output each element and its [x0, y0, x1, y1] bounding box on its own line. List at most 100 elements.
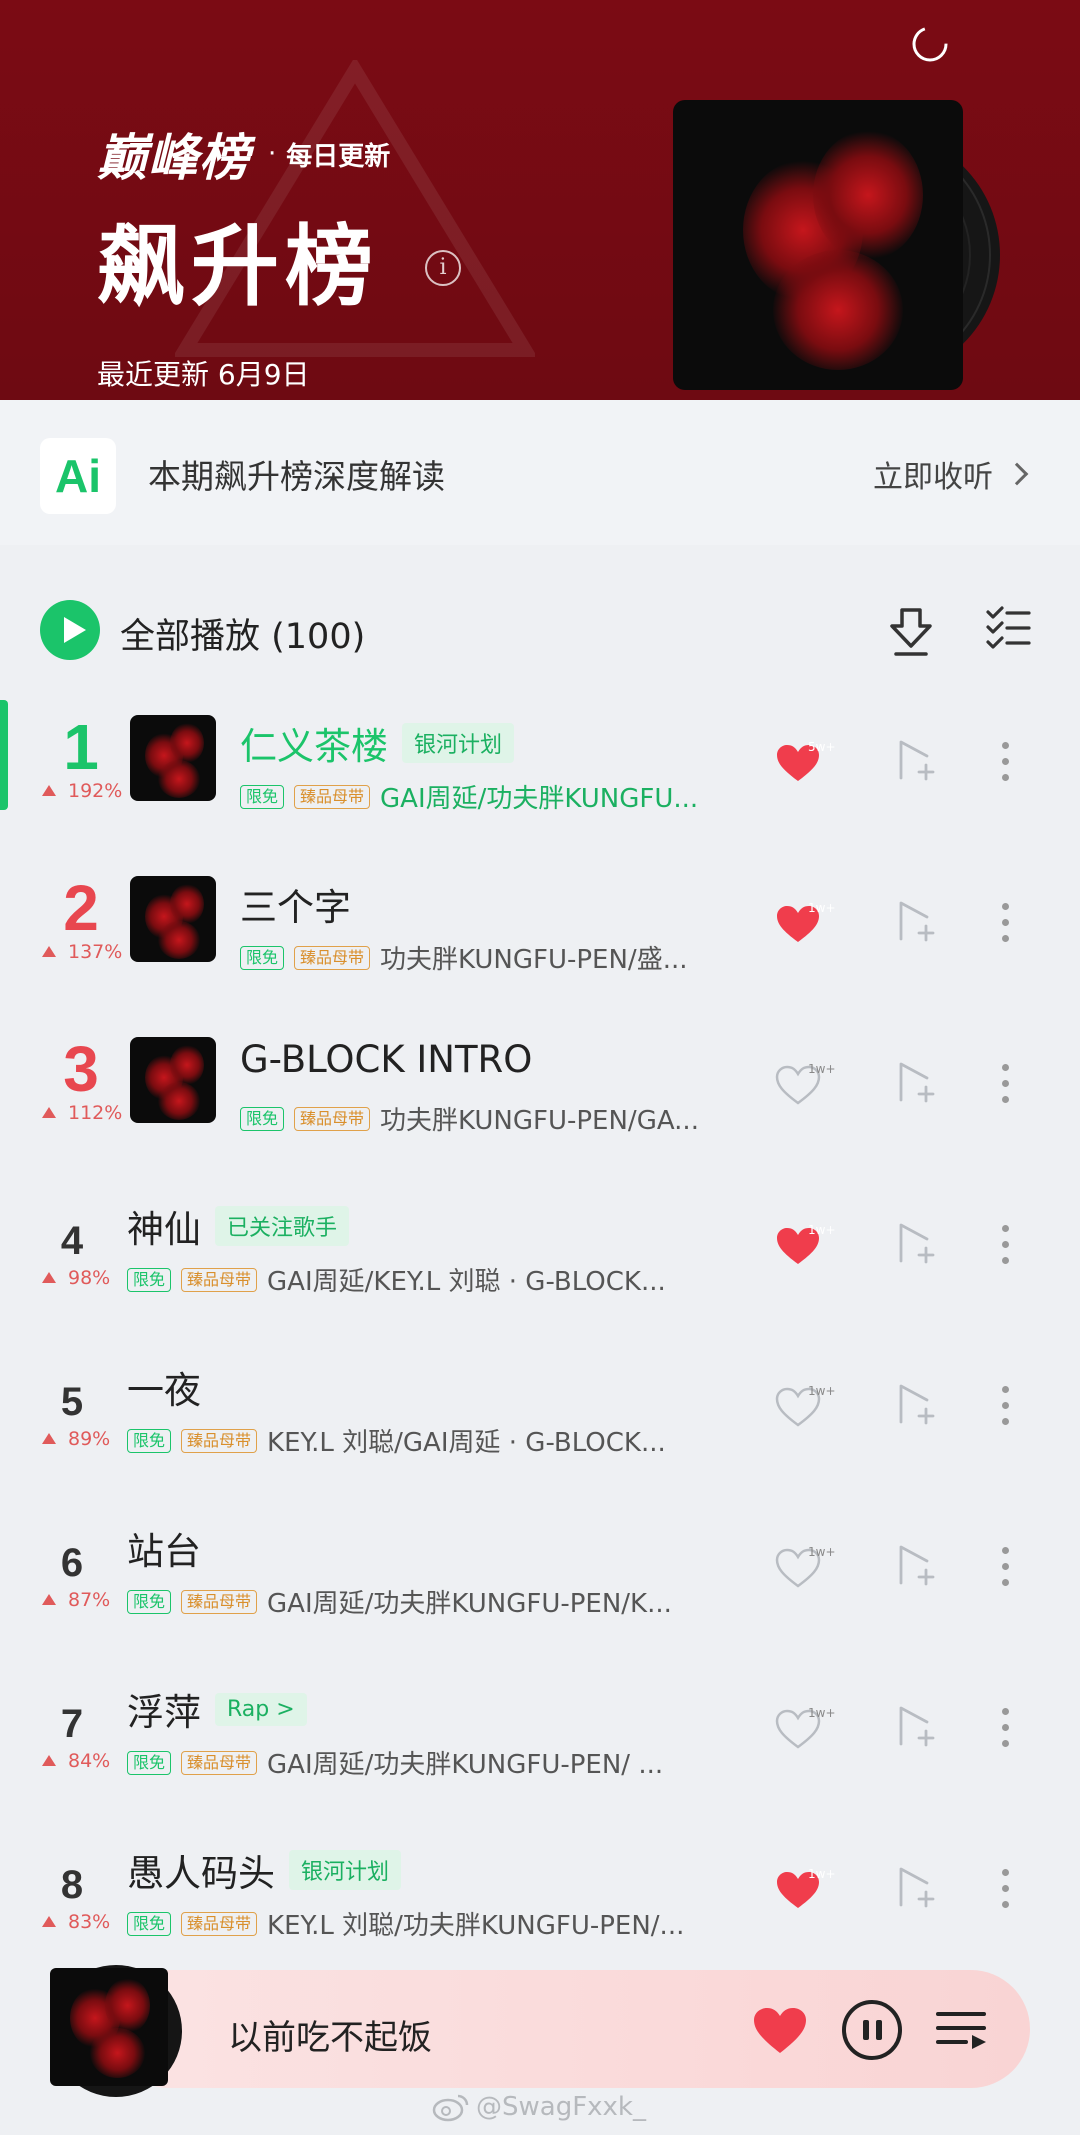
theme-toggle-icon[interactable]: [908, 22, 952, 66]
now-playing-title[interactable]: 以前吃不起饭: [228, 2010, 432, 2059]
like-count: 1w+: [808, 1062, 836, 1076]
song-title[interactable]: 浮萍: [127, 1682, 201, 1736]
master-quality-badge: 臻品母带: [181, 1589, 258, 1614]
trend-up-icon: [42, 1433, 56, 1444]
song-row[interactable]: 3 112% G-BLOCK INTRO 限免 臻品母带 功夫胖KUNGFU-PEN/GA…: [0, 1022, 1080, 1182]
like-heart-icon[interactable]: [752, 2006, 808, 2056]
artist-names[interactable]: GAI周延/功夫胖KUNGFU-PEN/K...: [267, 1583, 672, 1620]
song-meta-line: 限免 臻品母带 GAI周延/功夫胖KUNGFU-PEN/K...: [127, 1583, 760, 1620]
free-badge: 限免: [240, 945, 285, 970]
ai-interpretation-bar[interactable]: Ai 本期飙升榜深度解读 立即收听: [0, 400, 1080, 545]
song-tag[interactable]: 已关注歌手: [215, 1206, 350, 1246]
song-title[interactable]: 仁义茶楼: [240, 716, 388, 770]
master-quality-badge: 臻品母带: [294, 1106, 371, 1131]
free-badge: 限免: [127, 1267, 172, 1292]
rank-number: 6: [60, 1541, 84, 1585]
add-to-playlist-icon[interactable]: [893, 1704, 935, 1750]
rank-number: 8: [60, 1863, 84, 1907]
artist-names[interactable]: KEY.L 刘聪/功夫胖KUNGFU-PEN/...: [267, 1905, 684, 1942]
rank-change: 112%: [42, 1102, 122, 1124]
multi-select-icon[interactable]: [985, 604, 1031, 650]
brand-row: 巅峰榜 · 每日更新: [97, 118, 390, 190]
song-meta-line: 限免 臻品母带 KEY.L 刘聪/GAI周延 · G-BLOCK...: [127, 1422, 760, 1459]
artist-names[interactable]: GAI周延/功夫胖KUNGFU...: [380, 778, 698, 815]
song-cover-image[interactable]: [130, 1037, 216, 1123]
song-row[interactable]: 2 137% 三个字 限免 臻品母带 功夫胖KUNGFU-PEN/盛... 1w+: [0, 861, 1080, 1021]
rank-change: 98%: [42, 1267, 110, 1289]
song-title[interactable]: 一夜: [127, 1360, 201, 1414]
more-options-icon[interactable]: [1000, 1064, 1010, 1104]
like-count: 1w+: [808, 901, 836, 915]
song-row[interactable]: 6 87% 站台 限免 臻品母带 GAI周延/功夫胖KUNGFU-PEN/K... 1w+: [0, 1505, 1080, 1665]
song-row[interactable]: 5 89% 一夜限免 臻品母带 KEY.L 刘聪/GAI周延 · G-BLOCK... 1…: [0, 1344, 1080, 1504]
artist-names[interactable]: 功夫胖KUNGFU-PEN/GA...: [380, 1100, 699, 1137]
rank-number: 5: [60, 1380, 84, 1424]
song-tag[interactable]: 银河计划: [289, 1850, 402, 1890]
song-title[interactable]: 三个字: [240, 877, 351, 931]
info-icon[interactable]: i: [425, 250, 461, 286]
more-options-icon[interactable]: [1000, 1547, 1010, 1587]
more-options-icon[interactable]: [1000, 742, 1010, 782]
trend-up-icon: [42, 946, 56, 957]
ai-logo-icon: Ai: [40, 438, 116, 514]
playlist-queue-icon[interactable]: [936, 2008, 988, 2052]
song-tag[interactable]: Rap >: [215, 1692, 307, 1726]
song-title-line: 神仙 已关注歌手: [127, 1199, 350, 1253]
play-all-button[interactable]: [40, 600, 100, 660]
song-row[interactable]: 7 84% 浮萍 Rap > 限免 臻品母带 GAI周延/功夫胖KUNGFU-PEN/ ..…: [0, 1666, 1080, 1826]
song-row[interactable]: 1 192% 仁义茶楼 银河计划 限免 臻品母带 GAI周延/功夫胖KUNGFU... 5w+: [0, 700, 1080, 860]
free-badge: 限免: [240, 1106, 285, 1131]
add-to-playlist-icon[interactable]: [893, 738, 935, 784]
song-row[interactable]: 4 98% 神仙 已关注歌手 限免 臻品母带 GAI周延/KEY.L 刘聪 · G-BLOC…: [0, 1183, 1080, 1343]
play-all-bar: 全部播放 (100): [0, 590, 1080, 670]
rank-change-value: 89%: [68, 1428, 111, 1450]
artist-names[interactable]: GAI周延/KEY.L 刘聪 · G-BLOCK...: [267, 1261, 666, 1298]
master-quality-badge: 臻品母带: [181, 1267, 258, 1292]
song-title[interactable]: 站台: [127, 1521, 201, 1575]
song-title[interactable]: 神仙: [127, 1199, 201, 1253]
song-row[interactable]: 8 83% 愚人码头 银河计划 限免 臻品母带 KEY.L 刘聪/功夫胖KUNGFU-PEN…: [0, 1827, 1080, 1987]
more-options-icon[interactable]: [1000, 1708, 1010, 1748]
add-to-playlist-icon[interactable]: [893, 1865, 935, 1911]
like-count: 1w+: [808, 1706, 836, 1720]
now-playing-indicator: [0, 700, 8, 810]
song-title[interactable]: G-BLOCK INTRO: [240, 1038, 532, 1081]
song-cover-image[interactable]: [130, 715, 216, 801]
more-options-icon[interactable]: [1000, 1225, 1010, 1265]
artist-names[interactable]: 功夫胖KUNGFU-PEN/盛...: [380, 939, 687, 976]
free-badge: 限免: [127, 1750, 172, 1775]
add-to-playlist-icon[interactable]: [893, 1060, 935, 1106]
more-options-icon[interactable]: [1000, 1869, 1010, 1909]
chart-cover-image[interactable]: [673, 100, 963, 390]
song-title-line: 三个字: [240, 877, 351, 931]
rank-change-value: 192%: [68, 780, 123, 802]
like-count: 1w+: [808, 1384, 836, 1398]
song-cover-image[interactable]: [130, 876, 216, 962]
trend-up-icon: [42, 1594, 56, 1605]
play-all-label[interactable]: 全部播放 (100): [120, 608, 365, 659]
add-to-playlist-icon[interactable]: [893, 1382, 935, 1428]
listen-now-button[interactable]: 立即收听: [873, 452, 1029, 496]
pause-button[interactable]: [842, 2000, 902, 2060]
chevron-right-icon: [1005, 462, 1029, 486]
artist-names[interactable]: KEY.L 刘聪/GAI周延 · G-BLOCK...: [267, 1422, 666, 1459]
add-to-playlist-icon[interactable]: [893, 1221, 935, 1267]
rank-change: 137%: [42, 941, 122, 963]
song-title[interactable]: 愚人码头: [127, 1843, 275, 1897]
chart-header: 巅峰榜 · 每日更新 飙升榜 i 最近更新 6月9日: [0, 0, 1080, 400]
rank-change: 83%: [42, 1911, 110, 1933]
more-options-icon[interactable]: [1000, 903, 1010, 943]
add-to-playlist-icon[interactable]: [893, 899, 935, 945]
artist-names[interactable]: GAI周延/功夫胖KUNGFU-PEN/ ...: [267, 1744, 663, 1781]
more-options-icon[interactable]: [1000, 1386, 1010, 1426]
add-to-playlist-icon[interactable]: [893, 1543, 935, 1589]
master-quality-badge: 臻品母带: [294, 945, 371, 970]
player-cover-image[interactable]: [50, 1968, 168, 2086]
like-count: 5w+: [808, 740, 836, 754]
weibo-logo-icon: [432, 2094, 469, 2122]
download-icon[interactable]: [888, 602, 934, 658]
song-tag[interactable]: 银河计划: [402, 723, 515, 763]
master-quality-badge: 臻品母带: [181, 1750, 258, 1775]
update-frequency: 每日更新: [286, 141, 391, 172]
rank-change: 192%: [42, 780, 122, 802]
